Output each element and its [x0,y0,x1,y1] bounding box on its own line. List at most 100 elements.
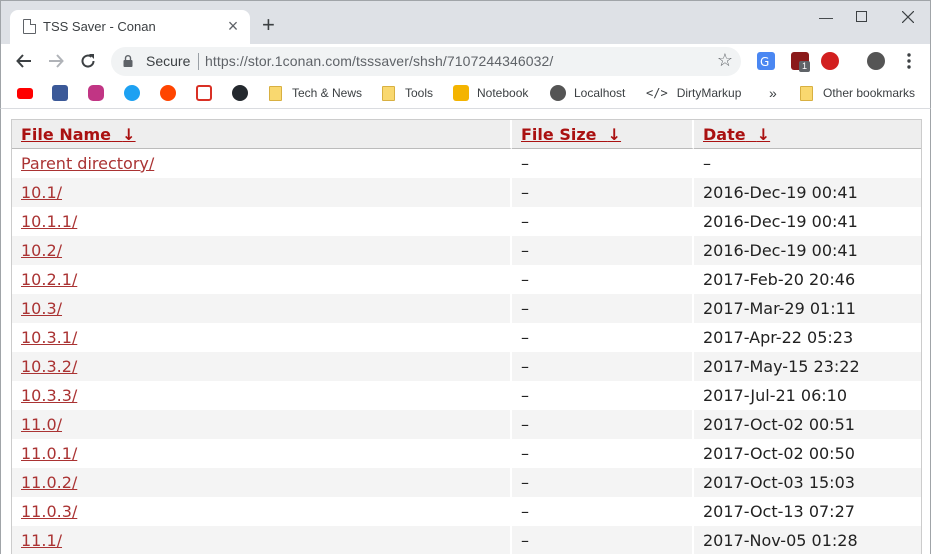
column-header-name[interactable]: File Name ↓ [12,120,512,149]
translate-extension-icon[interactable]: G [757,52,775,70]
code-icon: </> [646,86,668,100]
directory-link[interactable]: 10.2/ [21,241,62,260]
twitter-bookmark-icon[interactable] [124,84,150,102]
forward-icon[interactable] [45,50,67,72]
reload-icon[interactable] [77,50,99,72]
date-cell: 2017-Apr-22 05:23 [694,323,921,352]
directory-link[interactable]: 10.3.3/ [21,386,77,405]
minimize-icon[interactable]: — [814,7,838,27]
file-size-cell: – [512,410,694,439]
extension-badge: 1 [799,61,810,72]
sort-by-size-link[interactable]: File Size ↓ [521,125,621,144]
file-size-cell: – [512,207,694,236]
directory-link[interactable]: 10.1.1/ [21,212,77,231]
lock-icon [123,55,133,67]
directory-link[interactable]: 10.2.1/ [21,270,77,289]
file-size-cell: – [512,149,694,178]
date-cell: 2017-Oct-13 07:27 [694,497,921,526]
back-icon[interactable] [13,50,35,72]
file-size-cell: – [512,265,694,294]
file-name-cell: 11.0/ [12,410,512,439]
close-tab-icon[interactable]: × [224,17,242,35]
folder-icon [800,85,813,101]
file-name-cell: 10.1.1/ [12,207,512,236]
directory-link[interactable]: 10.1/ [21,183,62,202]
profile-avatar[interactable] [867,52,885,70]
tab-active[interactable]: TSS Saver - Conan × [10,10,250,45]
file-name-cell: 11.0.1/ [12,439,512,468]
table-row: 11.1/ –2017-Nov-05 01:28 [12,526,921,554]
directory-link[interactable]: 11.0/ [21,415,62,434]
table-row: 10.3.2/ –2017-May-15 23:22 [12,352,921,381]
date-cell: 2017-Oct-03 15:03 [694,468,921,497]
page-content: File Name ↓ File Size ↓ Date ↓ Parent di… [0,108,931,554]
close-window-icon[interactable] [896,7,920,27]
sort-by-date-link[interactable]: Date ↓ [703,125,770,144]
bookmark-dirtymarkup[interactable]: </> DirtyMarkup [646,84,741,102]
table-row: 10.2/ –2016-Dec-19 00:41 [12,236,921,265]
more-bookmarks-icon[interactable]: » [769,84,777,102]
column-header-size[interactable]: File Size ↓ [512,120,694,149]
file-listing-table: File Name ↓ File Size ↓ Date ↓ Parent di… [11,119,922,554]
directory-link[interactable]: 10.3.2/ [21,357,77,376]
separator [198,53,199,70]
directory-link[interactable]: 11.1/ [21,531,62,550]
file-size-cell: – [512,294,694,323]
file-name-cell: Parent directory/ [12,149,512,178]
file-name-cell: 10.3.1/ [12,323,512,352]
bookmark-tools[interactable]: Tools [382,84,433,102]
file-name-cell: 10.3/ [12,294,512,323]
file-name-cell: 11.1/ [12,526,512,554]
bookmark-star-icon[interactable]: ☆ [717,50,733,71]
maximize-icon[interactable] [849,7,873,27]
file-name-cell: 10.3.3/ [12,381,512,410]
table-row: 11.0.1/ –2017-Oct-02 00:50 [12,439,921,468]
sort-by-name-link[interactable]: File Name ↓ [21,125,136,144]
acrobat-extension-icon[interactable] [821,52,839,70]
bookmark-label: Other bookmarks [823,86,916,100]
table-row: 11.0/ –2017-Oct-02 00:51 [12,410,921,439]
date-cell: 2017-Oct-02 00:50 [694,439,921,468]
table-row: 10.2.1/ –2017-Feb-20 20:46 [12,265,921,294]
notebook-icon [453,85,469,101]
bookmark-localhost[interactable]: Localhost [550,84,625,102]
date-cell: 2017-Nov-05 01:28 [694,526,921,554]
date-cell: 2016-Dec-19 00:41 [694,236,921,265]
github-bookmark-icon[interactable] [232,84,258,102]
file-name-cell: 11.0.2/ [12,468,512,497]
table-row: 11.0.3/ –2017-Oct-13 07:27 [12,497,921,526]
bookmark-label: Notebook [477,86,529,100]
ublock-extension-icon[interactable]: 1 [791,52,810,72]
bookmark-notebook[interactable]: Notebook [453,84,528,102]
file-size-cell: – [512,178,694,207]
menu-icon[interactable] [898,50,920,72]
table-row: 10.3.1/ –2017-Apr-22 05:23 [12,323,921,352]
directory-link[interactable]: 10.3.1/ [21,328,77,347]
file-name-cell: 10.1/ [12,178,512,207]
table-row: 11.0.2/ –2017-Oct-03 15:03 [12,468,921,497]
bookmarks-bar: Tech & News Tools Notebook Localhost </>… [0,78,931,108]
file-size-cell: – [512,526,694,554]
url-text[interactable]: https://stor.1conan.com/tsssaver/shsh/71… [205,53,553,69]
folder-icon [382,85,395,101]
table-row: 10.1/ –2016-Dec-19 00:41 [12,178,921,207]
table-row: 10.3/ –2017-Mar-29 01:11 [12,294,921,323]
address-bar[interactable]: Secure https://stor.1conan.com/tsssaver/… [111,47,741,76]
date-cell: 2016-Dec-19 00:41 [694,178,921,207]
date-cell: 2017-Feb-20 20:46 [694,265,921,294]
directory-link[interactable]: 10.3/ [21,299,62,318]
reddit-bookmark-icon[interactable] [160,84,186,102]
directory-link[interactable]: 11.0.1/ [21,444,77,463]
bookmark-tech-news[interactable]: Tech & News [269,84,362,102]
directory-link[interactable]: 11.0.3/ [21,502,77,521]
gmail-bookmark-icon[interactable] [196,84,222,102]
new-tab-icon[interactable]: + [262,14,275,36]
directory-link[interactable]: 11.0.2/ [21,473,77,492]
column-header-date[interactable]: Date ↓ [694,120,921,149]
date-cell: 2017-Oct-02 00:51 [694,410,921,439]
other-bookmarks[interactable]: Other bookmarks [800,84,915,102]
directory-link[interactable]: Parent directory/ [21,154,154,173]
youtube-bookmark-icon[interactable] [17,84,43,102]
facebook-bookmark-icon[interactable] [52,84,78,102]
instagram-bookmark-icon[interactable] [88,84,114,102]
